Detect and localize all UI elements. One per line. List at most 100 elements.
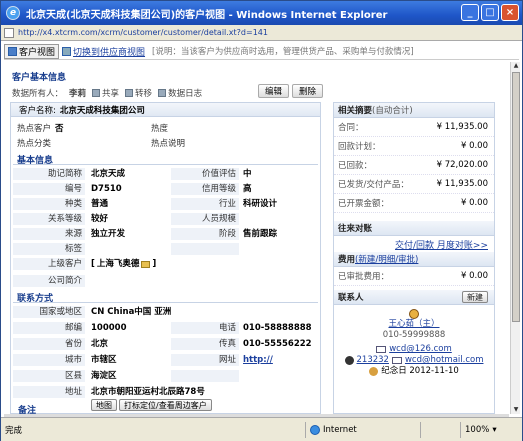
map-button[interactable]: 地图 xyxy=(91,399,117,411)
summary-rows: 合同： ¥ 11,935.00 回款计划： ¥ 0.00 已回款： ¥ 72,020.00… xyxy=(334,118,494,213)
divider xyxy=(13,164,318,165)
fee-title: 费用 xyxy=(338,255,356,265)
summary-label: 合同： xyxy=(338,123,364,133)
info-label: 人员规模 xyxy=(171,213,239,225)
zoom-segment[interactable]: 100% ▾ xyxy=(460,421,501,438)
bracket-close: ] xyxy=(152,259,157,269)
log-label: 数据日志 xyxy=(168,89,203,99)
summary-value: ¥ 11,935.00 xyxy=(436,179,488,189)
supplier-icon xyxy=(62,46,72,56)
status-bar: 完成 Internet 100% ▾ xyxy=(1,417,522,441)
window-title: 北京天成(北京天成科技集团公司)的客户视图 - Windows Internet… xyxy=(26,9,388,21)
scroll-down-arrow[interactable]: ▼ xyxy=(512,406,520,414)
info-label: 行业 xyxy=(171,198,239,210)
parent-value[interactable]: [ 上海飞奥德 ] xyxy=(91,258,156,270)
dealings-links-row: 交付/回款 月度对账>> xyxy=(334,236,494,252)
dealings-header: 往来对账 xyxy=(334,221,494,236)
region-value: CN China中国 亚洲 xyxy=(91,307,172,317)
info-label: 阶段 xyxy=(171,228,239,240)
summary-title: 相关摘要 xyxy=(338,106,373,116)
contact-label xyxy=(171,370,239,382)
vertical-scrollbar[interactable]: ▲ ▼ xyxy=(510,62,520,414)
contact-value: 市辖区 xyxy=(91,355,117,365)
fee-links[interactable]: (新建/明细/审批) xyxy=(355,253,418,265)
page-icon xyxy=(4,27,14,38)
info-label: 助记简称 xyxy=(13,168,85,180)
anniv-row: 纪念日 2012-11-10 xyxy=(334,366,494,377)
minimize-button[interactable]: _ xyxy=(461,4,479,21)
summary-row: 已回款： ¥ 72,020.00 xyxy=(334,156,494,175)
info-label: 信用等级 xyxy=(171,183,239,195)
email2[interactable]: wcd@hotmail.com xyxy=(405,355,484,366)
hot-customer-label: 热点客户 xyxy=(17,124,52,134)
summary-label: 已开票金额： xyxy=(338,199,390,209)
contact-card: 王心茹（主） 010-59999888 wcd@126.com 213232 w… xyxy=(334,305,494,377)
ie-window: e 北京天成(北京天成科技集团公司)的客户视图 - Windows Intern… xyxy=(0,0,523,441)
info-value: D7510 xyxy=(91,184,122,194)
email-icon xyxy=(376,346,387,353)
summary-row: 合同： ¥ 11,935.00 xyxy=(334,118,494,137)
contact-value: 010-58888888 xyxy=(243,323,312,333)
summary-value: ¥ 11,935.00 xyxy=(436,122,488,132)
scroll-up-arrow[interactable]: ▲ xyxy=(512,62,520,70)
contact-value: 010-55556222 xyxy=(243,339,312,349)
contact-value[interactable]: http:// xyxy=(243,354,273,366)
customer-view-button[interactable]: 客户视图 xyxy=(4,43,60,59)
dealings-links[interactable]: 交付/回款 月度对账>> xyxy=(395,238,488,251)
info-label xyxy=(171,243,239,255)
zoom-dropdown-icon: ▾ xyxy=(492,424,497,435)
contact-label: 区县 xyxy=(13,370,85,382)
switch-supplier-button[interactable]: 切换到供应商视图 xyxy=(59,44,148,59)
edit-button[interactable]: 编辑 xyxy=(258,84,290,98)
transfer-link[interactable]: 转移 xyxy=(125,87,152,99)
view-toolbar: 客户视图 切换到供应商视图 [说明：当该客户为供应商时选用，管理供货产品、采购单… xyxy=(4,43,519,60)
delete-button[interactable]: 删除 xyxy=(292,84,324,98)
page-content: 客户基本信息 数据所有人： 李莉 共享 转移 数据日志 编辑 删除 客户名称: … xyxy=(4,62,509,414)
parent-name: 上海飞奥德 xyxy=(96,259,140,269)
close-button[interactable]: × xyxy=(501,4,519,21)
customer-detail-panel: 客户名称: 北京天成科技集团公司 热点客户否 热度 热点分类 热点说明 基本信息… xyxy=(10,102,321,414)
maximize-button[interactable]: □ xyxy=(481,4,499,21)
divider xyxy=(13,302,318,303)
qq-icon xyxy=(344,356,354,365)
new-contact-button[interactable]: 新建 xyxy=(462,291,488,303)
locate-button[interactable]: 打标定位/查看周边客户 xyxy=(119,399,212,411)
hot-desc-label: 热点说明 xyxy=(151,139,186,149)
fee-header: 费用 (新建/明细/审批) xyxy=(334,252,494,267)
share-link[interactable]: 共享 xyxy=(92,87,119,99)
anniversary-icon xyxy=(369,367,379,376)
person-icon xyxy=(409,309,419,319)
fee-row-label: 已审批费用： xyxy=(338,272,390,282)
person-name[interactable]: 王心茹（主） xyxy=(334,319,494,330)
zone-segment: Internet xyxy=(305,421,420,438)
email1-row: wcd@126.com xyxy=(334,344,494,355)
switch-supplier-label: 切换到供应商视图 xyxy=(73,47,146,58)
contact-value: 北京 xyxy=(91,339,109,349)
qq[interactable]: 213232 xyxy=(357,355,389,366)
info-label: 关系等级 xyxy=(13,213,85,225)
person-phone: 010-59999888 xyxy=(382,330,446,340)
customer-name: 北京天成科技集团公司 xyxy=(59,105,145,116)
folder-icon xyxy=(141,260,151,268)
globe-icon xyxy=(310,424,320,435)
scroll-thumb[interactable] xyxy=(512,72,520,322)
zone-text: Internet xyxy=(323,424,357,435)
bracket-open: [ xyxy=(91,259,95,269)
email1[interactable]: wcd@126.com xyxy=(389,344,452,355)
summary-value: ¥ 72,020.00 xyxy=(436,160,488,170)
dealings-title: 往来对账 xyxy=(338,224,373,234)
summary-auto: (自动合计) xyxy=(372,106,413,116)
summary-label: 已发货/交付产品： xyxy=(338,180,409,190)
info-label: 种类 xyxy=(13,198,85,210)
intro-label: 公司简介 xyxy=(13,275,85,287)
log-link[interactable]: 数据日志 xyxy=(158,87,202,99)
customer-name-bar: 客户名称: 北京天成科技集团公司 xyxy=(11,103,320,117)
contact-person-header: 联系人 新建 xyxy=(334,290,494,305)
info-label: 标签 xyxy=(13,243,85,255)
protected-segment xyxy=(420,421,460,438)
address-bar[interactable]: http://x4.xtcrm.com/xcrm/customer/custom… xyxy=(1,25,522,41)
share-label: 共享 xyxy=(102,89,120,99)
info-value: 独立开发 xyxy=(91,229,126,239)
zoom-text: 100% xyxy=(465,424,490,435)
email-icon xyxy=(391,357,402,364)
